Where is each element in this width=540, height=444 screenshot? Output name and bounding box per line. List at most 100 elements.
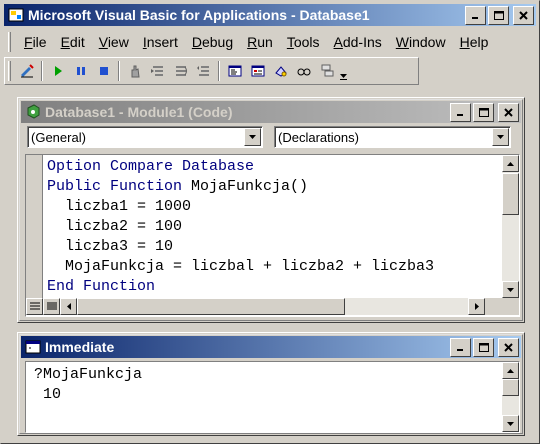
procedure-combo-dropdown-button[interactable] (492, 128, 509, 146)
menu-grip[interactable] (8, 32, 11, 52)
horizontal-scroll-track[interactable] (60, 298, 485, 315)
immediate-maximize-button[interactable] (473, 337, 494, 357)
project-explorer-icon (228, 65, 241, 77)
minimize-icon (457, 348, 463, 351)
code-text: MojaFunkcja = liczbal + liczba2 + liczba… (47, 258, 435, 275)
main-title-bar[interactable]: Microsoft Visual Basic for Applications … (4, 4, 536, 26)
procedure-combo[interactable]: (Declarations) (274, 126, 511, 148)
step-over-button[interactable] (169, 60, 192, 82)
object-combo[interactable]: (General) (27, 126, 263, 148)
menu-help[interactable]: Help (453, 34, 496, 50)
chevron-left-icon (66, 303, 71, 310)
maximize-button[interactable] (488, 5, 509, 25)
code-maximize-button[interactable] (473, 102, 494, 122)
toolbar-options-button[interactable] (338, 60, 348, 82)
immediate-close-button[interactable] (498, 337, 519, 357)
full-module-view-icon (46, 302, 57, 310)
step-into-icon (150, 66, 163, 76)
code-editor[interactable]: Option Compare Database Public Function M… (25, 154, 520, 317)
margin-indicator-bar[interactable] (26, 155, 43, 298)
menu-add-ins[interactable]: Add-Ins (327, 34, 389, 50)
break-icon (76, 67, 85, 75)
code-minimize-button[interactable] (450, 102, 471, 122)
code-text: liczba3 = 10 (47, 238, 174, 255)
menu-bar: File Edit View Insert Debug Run Tools Ad… (4, 28, 536, 56)
minimize-icon (457, 113, 463, 116)
object-browser-button[interactable] (269, 60, 292, 82)
break-button[interactable] (69, 60, 92, 82)
watch-button[interactable] (292, 60, 315, 82)
code-close-button[interactable] (498, 102, 519, 122)
watch-icon (297, 68, 310, 76)
maximize-icon (478, 342, 489, 352)
scroll-corner (502, 298, 519, 315)
design-mode-button[interactable] (15, 60, 38, 82)
minimize-button[interactable] (465, 5, 486, 25)
run-icon (54, 66, 62, 76)
menu-edit[interactable]: Edit (54, 34, 92, 50)
object-combo-dropdown-button[interactable] (244, 128, 261, 146)
close-icon (504, 107, 513, 117)
immediate-window-title-bar[interactable]: Immediate (21, 336, 521, 358)
code-keyword: Option Compare Database (47, 158, 255, 175)
main-title-text: Microsoft Visual Basic for Applications … (28, 7, 370, 23)
scroll-down-button[interactable] (502, 415, 519, 432)
menu-file[interactable]: File (17, 34, 54, 50)
vba-main-window: Microsoft Visual Basic for Applications … (0, 0, 540, 444)
immediate-line: 10 (34, 386, 62, 403)
project-explorer-button[interactable] (223, 60, 246, 82)
code-window-title-bar[interactable]: Database1 - Module1 (Code) (21, 101, 521, 123)
code-line: liczba1 = 1000 (47, 197, 191, 217)
horizontal-scroll-thumb[interactable] (77, 298, 345, 315)
scroll-down-button[interactable] (502, 281, 519, 298)
menu-view[interactable]: View (92, 34, 136, 50)
procedure-view-button[interactable] (26, 298, 43, 315)
code-text: MojaFunkcja() (182, 178, 309, 195)
reset-icon (99, 67, 108, 75)
close-icon (504, 342, 513, 352)
properties-window-icon (251, 65, 264, 77)
toolbar-grip[interactable] (8, 61, 11, 81)
scroll-up-button[interactable] (502, 155, 519, 172)
step-into-button[interactable] (146, 60, 169, 82)
immediate-window-icon (25, 340, 41, 354)
immediate-minimize-button[interactable] (450, 337, 471, 357)
menu-debug[interactable]: Debug (185, 34, 240, 50)
menu-window[interactable]: Window (389, 34, 453, 50)
scroll-right-button[interactable] (468, 298, 485, 315)
code-keyword: End Function (47, 278, 156, 295)
scroll-thumb[interactable] (502, 173, 519, 215)
menu-insert[interactable]: Insert (136, 34, 185, 50)
menu-run[interactable]: Run (240, 34, 280, 50)
menu-tools[interactable]: Tools (280, 34, 327, 50)
step-over-icon (175, 66, 187, 76)
chevron-down-icon (497, 135, 504, 139)
code-window: Database1 - Module1 (Code) (General) (De… (17, 97, 525, 323)
procedure-view-icon (29, 302, 40, 310)
code-text: liczba1 = 1000 (47, 198, 192, 215)
step-out-button[interactable] (192, 60, 215, 82)
code-line: MojaFunkcja = liczbal + liczba2 + liczba… (47, 257, 434, 277)
minimize-icon (472, 16, 478, 19)
toggle-breakpoint-button[interactable] (123, 60, 146, 82)
run-button[interactable] (46, 60, 69, 82)
close-button[interactable] (513, 5, 534, 25)
properties-window-button[interactable] (246, 60, 269, 82)
immediate-vertical-scrollbar[interactable] (502, 362, 519, 432)
code-line: liczba3 = 10 (47, 237, 173, 257)
chevron-up-icon (507, 368, 514, 373)
vba-app-icon (8, 8, 24, 22)
full-module-view-button[interactable] (43, 298, 60, 315)
reset-button[interactable] (92, 60, 115, 82)
call-stack-icon (321, 64, 333, 77)
code-vertical-scrollbar[interactable] (502, 155, 519, 298)
object-combo-value: (General) (31, 130, 86, 145)
scroll-thumb[interactable] (502, 379, 519, 396)
scroll-up-button[interactable] (502, 362, 519, 379)
standard-toolbar (4, 57, 419, 85)
call-stack-button[interactable] (315, 60, 338, 82)
immediate-window-title: Immediate (45, 339, 115, 355)
close-icon (519, 10, 528, 20)
scroll-left-button[interactable] (60, 298, 77, 315)
immediate-editor[interactable]: ?MojaFunkcja 10 (25, 361, 520, 433)
